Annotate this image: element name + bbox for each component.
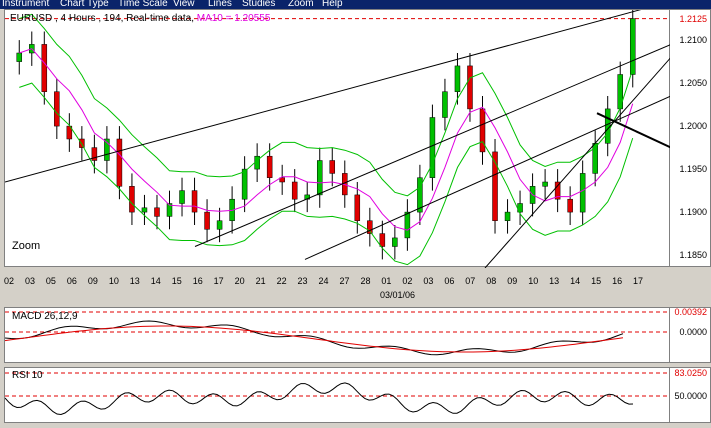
candle-body	[542, 181, 548, 187]
date-tick: 14	[150, 276, 161, 286]
candle-body	[504, 211, 511, 221]
candle-body	[291, 181, 298, 200]
candle-body	[329, 160, 336, 174]
candle-body	[479, 108, 486, 153]
date-tick: 16	[612, 276, 623, 286]
date-tick: 16	[192, 276, 203, 286]
trend-line	[304, 95, 671, 260]
bollinger-lower	[19, 82, 634, 266]
price-chart-svg[interactable]	[5, 10, 671, 268]
bollinger-upper	[19, 13, 634, 197]
date-tick: 15	[591, 276, 602, 286]
date-tick: 15	[171, 276, 182, 286]
date-tick: 23	[297, 276, 308, 286]
price-tick: 1.1900	[679, 207, 707, 218]
macd-chart-svg[interactable]	[5, 308, 671, 364]
candle-body	[41, 44, 48, 92]
rsi-tick: 50.0000	[674, 391, 707, 401]
rsi-panel[interactable]	[4, 367, 671, 424]
candle-body	[266, 155, 273, 178]
price-tick: 1.2000	[679, 121, 707, 132]
date-tick: 17	[633, 276, 644, 286]
price-tick: 1.1850	[679, 250, 707, 261]
candle-body	[467, 65, 473, 110]
date-tick: 17	[213, 276, 224, 286]
date-tick: 28	[360, 276, 371, 286]
date-tick: 13	[129, 276, 140, 286]
candle-body	[442, 91, 448, 118]
rsi-tick: 83.0250	[674, 368, 707, 378]
price-chart-panel[interactable]	[4, 9, 671, 268]
date-tick: 02	[402, 276, 413, 286]
candle-body	[129, 186, 135, 213]
price-tick: 1.2125	[679, 13, 707, 24]
zoom-label: Zoom	[12, 240, 41, 252]
ma-readout: MA10 = 1.20555	[196, 13, 271, 24]
chart-header: EURUSD , 4 Hours , 194, Real-time data, …	[10, 13, 271, 24]
price-tick: 1.2050	[679, 78, 707, 89]
date-tick: 21	[255, 276, 266, 286]
macd-line	[5, 320, 624, 356]
date-tick: 13	[549, 276, 560, 286]
date-tick: 20	[234, 276, 245, 286]
rsi-label: RSI 10	[12, 370, 43, 381]
date-tick: 27	[339, 276, 350, 286]
candle-body	[154, 207, 160, 217]
date-tick: 09	[507, 276, 518, 286]
candle-body	[579, 173, 586, 213]
chart-title: EURUSD , 4 Hours , 194, Real-time data	[10, 13, 192, 24]
date-tick: 03	[423, 276, 434, 286]
date-tick: 07	[465, 276, 476, 286]
date-tick: 01	[381, 276, 392, 286]
macd-axis: 0.00392 0.0000	[670, 307, 711, 363]
date-tick: 05	[45, 276, 56, 286]
date-tick: 02	[4, 276, 15, 286]
rsi-line	[5, 382, 634, 416]
candle-body	[567, 198, 573, 213]
candle-body	[454, 65, 461, 92]
rsi-chart-svg[interactable]	[5, 368, 671, 424]
candle-body	[116, 138, 123, 187]
candle-body	[241, 168, 248, 200]
trend-line	[194, 43, 671, 247]
candle-body	[204, 211, 210, 230]
date-tick: 22	[276, 276, 287, 286]
price-tick: 1.1950	[679, 164, 707, 175]
candle-body	[141, 207, 148, 213]
candle-body	[604, 108, 611, 144]
macd-tick: 0.00392	[674, 307, 707, 317]
candle-body	[216, 220, 223, 230]
candle-body	[392, 237, 398, 247]
candle-body	[354, 194, 361, 221]
candle-body	[404, 211, 411, 239]
date-tick: 10	[528, 276, 539, 286]
candle-body	[379, 233, 386, 247]
candle-body	[54, 91, 60, 127]
macd-panel[interactable]	[4, 307, 671, 364]
date-axis: 02 03 05 06 09 10 13 14 15 16 17 20 21 22 23 24 27 28 01 02…	[0, 276, 670, 288]
ma-line	[19, 48, 634, 231]
date-tick: 24	[318, 276, 329, 286]
price-axis: 1.2125 1.2100 1.2050 1.2000 1.1950 1.1900 1.18…	[670, 9, 711, 267]
date-tick: 03	[24, 276, 35, 286]
candle-body	[316, 160, 323, 196]
date-center-label: 03/01/06	[380, 290, 416, 300]
candle-body	[629, 18, 636, 75]
candle-body	[191, 190, 198, 213]
date-tick: 09	[87, 276, 98, 286]
macd-tick: 0.0000	[679, 327, 707, 337]
macd-signal-line	[5, 325, 624, 353]
date-tick: 14	[570, 276, 581, 286]
date-tick: 10	[108, 276, 119, 286]
rsi-axis: 83.0250 50.0000	[670, 367, 711, 423]
date-tick: 06	[444, 276, 455, 286]
date-tick: 06	[66, 276, 77, 286]
candle-body	[429, 117, 436, 178]
candle-body	[16, 52, 23, 62]
candle-body	[179, 190, 185, 204]
macd-label: MACD 26,12,9	[12, 311, 78, 322]
menu-bar: Instrument Chart Type Time Scale View Li…	[0, 0, 711, 9]
date-tick: 08	[486, 276, 497, 286]
price-tick: 1.2100	[679, 35, 707, 46]
